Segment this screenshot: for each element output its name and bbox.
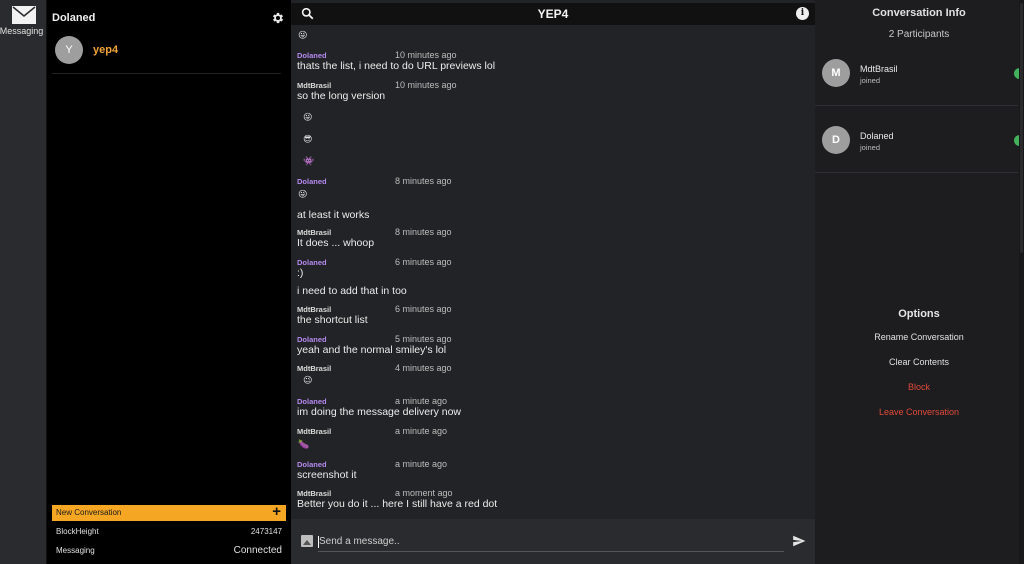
message-sender: Dolaned	[297, 335, 327, 344]
message-time: a minute ago	[395, 396, 448, 406]
leave-conversation-button[interactable]: Leave Conversation	[815, 407, 1023, 417]
participant-item[interactable]: M MdtBrasil joined	[815, 40, 1024, 106]
scrollbar-thumb[interactable]	[1020, 3, 1023, 253]
message-time: 8 minutes ago	[395, 227, 452, 237]
text-caret	[318, 536, 319, 548]
message-sender: Dolaned	[297, 460, 327, 469]
messaging-status-value: Connected	[233, 545, 282, 556]
chat-header: YEP4 i	[291, 3, 815, 25]
message-text: yeah and the normal smiley's lol	[297, 344, 447, 356]
message-time: 5 minutes ago	[395, 334, 452, 344]
conversation-item[interactable]: Y yep4	[52, 34, 281, 74]
conversation-title: YEP4	[537, 7, 569, 21]
emoji: 👾	[303, 156, 315, 166]
emoji: 😜	[298, 189, 308, 199]
message-composer	[291, 519, 815, 564]
avatar: Y	[55, 36, 83, 64]
messaging-status-row: Messaging Connected	[56, 545, 282, 560]
message-sender: MdtBrasil	[297, 364, 332, 373]
message-sender: Dolaned	[297, 51, 327, 60]
message-text: Better you do it ... here I still have a…	[297, 498, 498, 510]
avatar: D	[822, 126, 850, 154]
message-text: im doing the message delivery now	[297, 406, 462, 418]
message-time: a minute ago	[395, 426, 448, 436]
mail-icon	[11, 6, 36, 24]
sidebar-header: Dolaned	[47, 0, 291, 34]
blockheight-row: BlockHeight 2473147	[56, 527, 282, 541]
emoji: 🍆	[298, 439, 310, 449]
message-sender: Dolaned	[297, 258, 327, 267]
message-text: thats the list, i need to do URL preview…	[297, 60, 496, 72]
emoji: 😜	[303, 112, 313, 122]
message-text: :)	[297, 267, 304, 279]
message-text: at least it works	[297, 209, 370, 221]
message-text: so the long version	[297, 90, 386, 102]
chat-panel: YEP4 i 😜 Dolaned 10 minutes ago thats th…	[291, 0, 815, 564]
participant-status: joined	[860, 143, 881, 152]
message-time: 4 minutes ago	[395, 363, 452, 373]
blockheight-value: 2473147	[250, 527, 282, 536]
message-sender: MdtBrasil	[297, 81, 332, 90]
blockheight-label: BlockHeight	[56, 527, 99, 536]
gear-icon[interactable]	[271, 11, 285, 25]
messaging-status-label: Messaging	[56, 546, 95, 555]
message-time: 8 minutes ago	[395, 176, 452, 186]
message-sender: Dolaned	[297, 397, 327, 406]
message-time: 6 minutes ago	[395, 257, 452, 267]
conversation-name: yep4	[93, 44, 119, 56]
emoji: 😉	[303, 375, 313, 385]
rename-conversation-button[interactable]: Rename Conversation	[815, 332, 1023, 342]
message-sender: MdtBrasil	[297, 489, 332, 498]
message-sender: MdtBrasil	[297, 427, 332, 436]
participants-count: 2 Participants	[888, 29, 950, 40]
new-conversation-label: New Conversation	[56, 508, 122, 517]
new-conversation-button[interactable]: New Conversation +	[52, 503, 286, 521]
messaging-app-button[interactable]: Messaging	[0, 6, 47, 36]
participant-name: Dolaned	[860, 131, 894, 141]
app-rail: Messaging	[0, 0, 47, 564]
message-time: 10 minutes ago	[395, 80, 457, 90]
current-user-name: Dolaned	[52, 12, 96, 24]
message-text: i need to add that in too	[297, 285, 407, 297]
participant-status: joined	[860, 76, 881, 85]
message-text: screenshot it	[297, 469, 357, 481]
participant-item[interactable]: D Dolaned joined	[815, 107, 1024, 173]
message-text: the shortcut list	[297, 314, 368, 326]
message-sender: MdtBrasil	[297, 305, 332, 314]
message-sender: MdtBrasil	[297, 228, 332, 237]
message-input[interactable]	[318, 532, 784, 552]
message-time: 10 minutes ago	[395, 50, 457, 60]
emoji: 😜	[298, 30, 308, 40]
emoji: 😎	[303, 134, 313, 144]
clear-contents-button[interactable]: Clear Contents	[815, 357, 1023, 367]
avatar: M	[822, 59, 850, 87]
participant-name: MdtBrasil	[860, 64, 898, 74]
messaging-app-label: Messaging	[0, 26, 44, 36]
message-time: a minute ago	[395, 459, 448, 469]
send-icon[interactable]	[792, 534, 806, 548]
conversation-sidebar: Dolaned Y yep4 New Conversation + BlockH…	[47, 0, 291, 564]
plus-icon: +	[272, 503, 281, 520]
options-title: Options	[898, 308, 940, 320]
info-icon[interactable]: i	[796, 7, 809, 20]
message-list[interactable]: 😜 Dolaned 10 minutes ago thats the list,…	[291, 26, 815, 516]
message-time: a moment ago	[395, 488, 453, 498]
message-text: It does ... whoop	[297, 237, 375, 249]
message-time: 6 minutes ago	[395, 304, 452, 314]
info-title: Conversation Info	[872, 7, 966, 19]
block-button[interactable]: Block	[815, 382, 1023, 392]
message-sender: Dolaned	[297, 177, 327, 186]
conversation-info-panel: Conversation Info 2 Participants M MdtBr…	[815, 0, 1024, 564]
image-attach-icon[interactable]	[301, 535, 313, 547]
scrollbar[interactable]	[1019, 0, 1024, 564]
